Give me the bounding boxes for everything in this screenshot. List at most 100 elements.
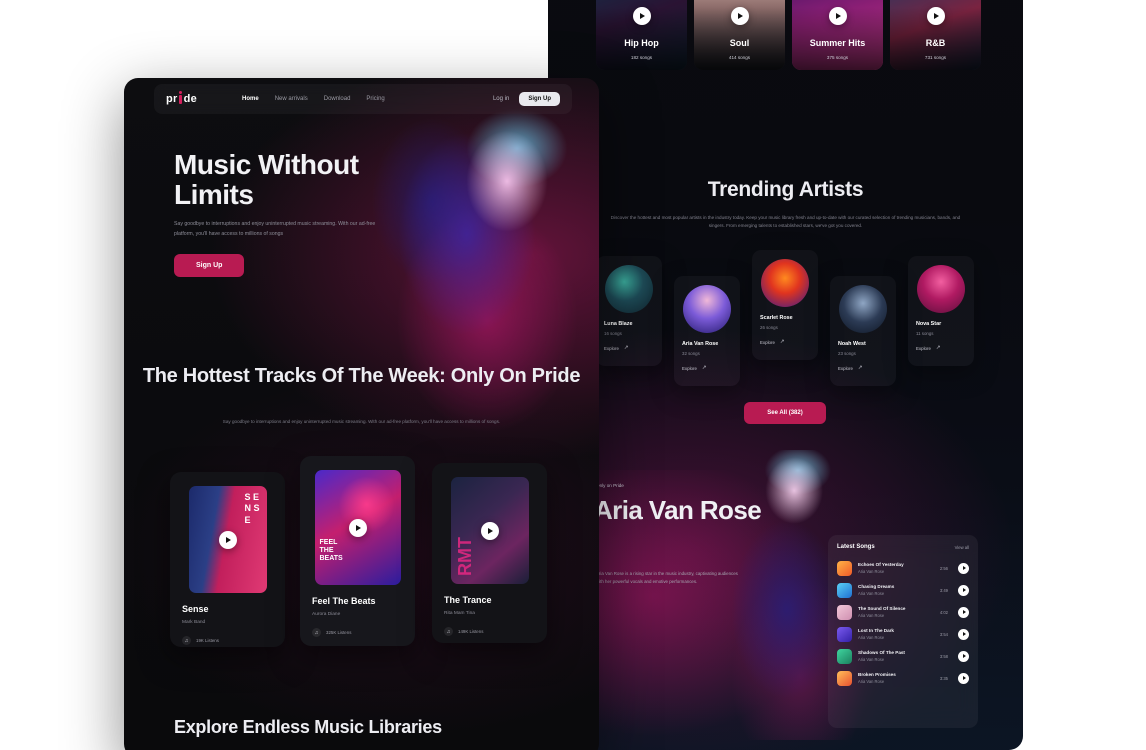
play-icon[interactable] [958, 628, 969, 640]
logo[interactable]: pr de [166, 90, 198, 105]
song-list-item[interactable]: Broken Promises Aria Van Rose 3:35 [837, 667, 969, 689]
song-list-item[interactable]: The Sound Of Silence Aria Van Rose 4:02 [837, 601, 969, 623]
avatar [839, 285, 887, 333]
artist-name: Noah West [838, 341, 866, 347]
category-card-hip-hop[interactable]: Hip Hop 182 songs [596, 0, 687, 70]
song-list-item[interactable]: Shadows Of The Past Aria Van Rose 3:58 [837, 645, 969, 667]
category-song-count: 731 songs [924, 55, 947, 60]
explore-link[interactable]: Explore ↗ [760, 339, 810, 345]
track-listens-value: 19K Listens [196, 638, 219, 643]
explore-label: Explore [682, 365, 697, 371]
play-icon[interactable] [480, 521, 499, 540]
category-song-count: 182 songs [630, 55, 653, 60]
song-list-item[interactable]: Echoes Of Yesterday Aria Van Rose 2:56 [837, 557, 969, 579]
avatar [917, 265, 965, 313]
track-card[interactable]: Sense Mark Band ♫ 19K Listens [170, 472, 285, 647]
play-icon[interactable] [926, 7, 945, 25]
track-title: Sense [182, 604, 209, 614]
song-title: Lost In The Dark [858, 628, 894, 633]
explore-link[interactable]: Explore ↗ [682, 365, 732, 371]
track-listens-value: 325K Listens [326, 630, 352, 635]
play-icon[interactable] [958, 606, 969, 618]
song-duration: 3:49 [939, 587, 948, 593]
arrow-right-icon: ↗ [623, 345, 629, 351]
artist-song-count: 32 songs [682, 351, 700, 356]
hero-signup-button[interactable]: Sign Up [174, 254, 245, 277]
play-icon[interactable] [632, 7, 651, 25]
album-art [837, 670, 852, 686]
category-card-soul[interactable]: Soul 414 songs [694, 0, 785, 70]
explore-link[interactable]: Explore ↗ [604, 345, 654, 351]
category-name: Hip Hop [624, 38, 659, 48]
song-artist: Aria Van Rose [858, 657, 885, 662]
song-duration: 2:56 [939, 565, 948, 571]
artist-card-row: Luna Blaze 16 songs Explore ↗ Aria Van R… [596, 250, 976, 390]
play-icon[interactable] [958, 562, 969, 574]
album-art [188, 486, 267, 593]
see-all-button[interactable]: See All (382) [744, 402, 826, 424]
song-list-item[interactable]: Lost In The Dark Aria Van Rose 3:54 [837, 623, 969, 645]
category-card-summer-hits[interactable]: Summer Hits 375 songs [792, 0, 883, 70]
artist-card[interactable]: Luna Blaze 16 songs Explore ↗ [596, 256, 662, 366]
album-art [450, 477, 529, 584]
nav-link-pricing[interactable]: Pricing [366, 96, 384, 102]
track-card[interactable]: The Trance Rita Mam Tina ♫ 149K Listens [432, 463, 547, 643]
album-art [837, 648, 852, 664]
track-listens: ♫ 149K Listens [444, 627, 535, 636]
logo-mark-icon [179, 90, 183, 104]
showcase-canvas: Hip Hop 182 songs Soul 414 songs Summer … [0, 0, 1146, 750]
hero-subtitle: Say goodbye to interruptions and enjoy u… [174, 221, 376, 237]
play-icon[interactable] [828, 7, 847, 25]
song-title: Echoes Of Yesterday [858, 562, 904, 567]
song-list-item[interactable]: Chasing Dreams Aria Van Rose 3:49 [837, 579, 969, 601]
trending-artists-subtitle: Discover the hottest and most popular ar… [610, 215, 961, 229]
song-artist: Aria Van Rose [858, 591, 885, 596]
category-card-row: Hip Hop 182 songs Soul 414 songs Summer … [596, 0, 981, 72]
song-duration: 3:58 [939, 653, 948, 659]
featured-artist-title: Aria Van Rose [594, 495, 762, 525]
nav-actions: Log in Sign Up [493, 92, 560, 106]
headphones-icon: ♫ [182, 636, 191, 645]
play-icon[interactable] [218, 530, 237, 549]
artist-song-count: 26 songs [760, 325, 778, 330]
category-card-rnb[interactable]: R&B 731 songs [890, 0, 981, 70]
artist-card[interactable]: Nova Star 11 songs Explore ↗ [908, 256, 974, 366]
track-card[interactable]: Feel The Beats Aurora Diane ♫ 325K Liste… [300, 456, 415, 646]
artist-card[interactable]: Scarlet Rose 26 songs Explore ↗ [752, 250, 818, 360]
play-icon[interactable] [958, 584, 969, 596]
latest-songs-title: Latest Songs [837, 544, 875, 550]
play-icon[interactable] [730, 7, 749, 25]
logo-suffix: de [183, 93, 198, 105]
explore-label: Explore [604, 345, 619, 351]
play-icon[interactable] [348, 518, 367, 537]
featured-eyebrow: Only on Pride [596, 483, 624, 488]
login-link[interactable]: Log in [493, 96, 509, 102]
hottest-tracks-title: The Hottest Tracks Of The Week: Only On … [142, 365, 581, 387]
song-meta: The Sound Of Silence Aria Van Rose [858, 606, 934, 618]
play-icon[interactable] [958, 672, 969, 684]
song-title: Broken Promises [858, 672, 896, 677]
screen-panel-left: pr de Home New arrivals Download Pricing… [124, 78, 599, 750]
category-name: R&B [925, 38, 946, 48]
play-icon[interactable] [958, 650, 969, 662]
nav-link-home[interactable]: Home [242, 96, 259, 102]
category-song-count: 414 songs [728, 55, 751, 60]
track-artist: Rita Mam Tina [444, 611, 475, 616]
artist-card[interactable]: Aria Van Rose 32 songs Explore ↗ [674, 276, 740, 386]
explore-link[interactable]: Explore ↗ [916, 345, 966, 351]
artist-card[interactable]: Noah West 23 songs Explore ↗ [830, 276, 896, 386]
view-all-link[interactable]: View all [955, 545, 969, 550]
explore-link[interactable]: Explore ↗ [838, 365, 888, 371]
artist-name: Nova Star [916, 321, 942, 327]
nav-link-new-arrivals[interactable]: New arrivals [275, 96, 308, 102]
track-listens: ♫ 325K Listens [312, 628, 403, 637]
album-art [837, 604, 852, 620]
song-artist: Aria Van Rose [858, 613, 885, 618]
signup-button-nav[interactable]: Sign Up [519, 92, 560, 106]
arrow-right-icon: ↗ [857, 365, 863, 371]
nav-link-download[interactable]: Download [324, 96, 351, 102]
nav-links: Home New arrivals Download Pricing [242, 96, 385, 102]
track-listens-value: 149K Listens [458, 629, 484, 634]
album-art [837, 560, 852, 576]
song-meta: Lost In The Dark Aria Van Rose [858, 628, 934, 640]
